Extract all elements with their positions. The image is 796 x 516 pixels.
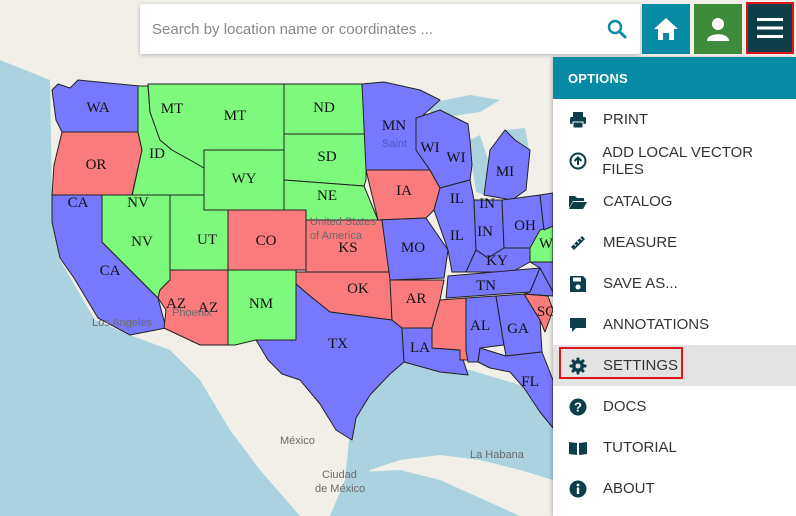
state-label-wi-e: WI bbox=[446, 150, 465, 166]
menu-item-docs[interactable]: ? DOCS bbox=[553, 386, 796, 427]
state-label-nv-s: NV bbox=[131, 234, 153, 250]
state-label-ut: UT bbox=[197, 232, 217, 248]
state-label-ky: KY bbox=[486, 253, 508, 269]
menu-item-catalog[interactable]: CATALOG bbox=[553, 181, 796, 222]
place-usa-2: of America bbox=[310, 230, 363, 242]
user-button[interactable] bbox=[694, 4, 742, 54]
state-label-il-s: IL bbox=[450, 228, 464, 244]
state-label-il-n: IL bbox=[450, 191, 464, 207]
highlight-box bbox=[559, 347, 683, 379]
comment-icon bbox=[570, 317, 586, 332]
place-usa-1: United States bbox=[310, 216, 377, 228]
state-label-in-s: IN bbox=[477, 224, 493, 240]
state-label-ar: AR bbox=[406, 291, 427, 307]
place-mexico: México bbox=[280, 435, 315, 447]
menu-item-label: ADD LOCAL VECTOR FILES bbox=[602, 143, 754, 178]
place-la-habana: La Habana bbox=[470, 449, 525, 461]
menu-item-annotations[interactable]: ANNOTATIONS bbox=[553, 304, 796, 345]
book-icon bbox=[569, 441, 587, 455]
state-label-or: OR bbox=[86, 157, 107, 173]
state-label-ne: NE bbox=[317, 188, 337, 204]
state-label-in-n: IN bbox=[479, 196, 495, 212]
state-label-nm: NM bbox=[249, 296, 273, 312]
upload-circle-icon bbox=[569, 152, 587, 169]
place-de-mexico: de México bbox=[315, 483, 365, 495]
place-saint: Saint bbox=[382, 138, 407, 150]
state-label-id: ID bbox=[149, 146, 165, 162]
place-phoenix: Phoenix bbox=[172, 307, 212, 319]
menu-item-label: PRINT bbox=[603, 111, 648, 128]
menu-item-save-as[interactable]: SAVE AS... bbox=[553, 263, 796, 304]
state-label-sd: SD bbox=[317, 149, 336, 165]
menu-item-add-local-vector-files[interactable]: ADD LOCAL VECTOR FILES bbox=[553, 140, 796, 181]
menu-item-label: MEASURE bbox=[603, 234, 678, 251]
floppy-disk-icon bbox=[570, 275, 586, 292]
place-los-angeles: Los Angeles bbox=[92, 317, 152, 329]
menu-item-label: CATALOG bbox=[603, 193, 673, 210]
search-input[interactable] bbox=[140, 5, 594, 53]
menu-item-print[interactable]: PRINT bbox=[553, 99, 796, 140]
state-label-ca-s: CA bbox=[100, 263, 121, 279]
menu-button[interactable] bbox=[746, 2, 794, 54]
state-label-wy: WY bbox=[232, 171, 257, 187]
state-label-fl: FL bbox=[521, 374, 539, 390]
state-label-mi: MI bbox=[496, 164, 514, 180]
state-label-ks: KS bbox=[338, 240, 357, 256]
state-label-co: CO bbox=[256, 233, 277, 249]
folder-open-icon bbox=[569, 195, 587, 209]
state-label-w-partial: W bbox=[539, 236, 554, 252]
state-label-mn: MN bbox=[382, 118, 406, 134]
ruler-icon bbox=[571, 235, 585, 250]
printer-icon bbox=[570, 111, 586, 128]
state-label-al: AL bbox=[470, 318, 490, 334]
state-label-wa: WA bbox=[86, 100, 109, 116]
state-label-tn: TN bbox=[476, 278, 496, 294]
state-label-ca-n: CA bbox=[68, 195, 89, 211]
state-label-ga: GA bbox=[507, 321, 529, 337]
search-icon bbox=[607, 19, 627, 39]
state-label-mt-e: MT bbox=[224, 108, 247, 124]
menu-item-label: SAVE AS... bbox=[603, 275, 678, 292]
menu-item-measure[interactable]: MEASURE bbox=[553, 222, 796, 263]
menu-item-tutorial[interactable]: TUTORIAL bbox=[553, 427, 796, 468]
search-button[interactable] bbox=[594, 4, 640, 54]
home-button[interactable] bbox=[642, 4, 690, 54]
home-icon bbox=[654, 18, 678, 40]
menu-item-label: TUTORIAL bbox=[603, 439, 677, 456]
state-label-ia: IA bbox=[396, 183, 412, 199]
state-label-mo: MO bbox=[401, 240, 425, 256]
place-ciudad: Ciudad bbox=[322, 469, 357, 481]
info-circle-icon bbox=[569, 480, 587, 497]
hamburger-menu-icon bbox=[757, 18, 783, 38]
search-bar bbox=[140, 4, 640, 54]
state-label-la: LA bbox=[410, 340, 430, 356]
menu-item-label: DOCS bbox=[603, 398, 647, 415]
state-label-ok: OK bbox=[347, 281, 369, 297]
state-label-wi-w: WI bbox=[420, 140, 439, 156]
options-title: OPTIONS bbox=[553, 57, 796, 99]
svg-text:?: ? bbox=[574, 399, 582, 414]
state-label-tx: TX bbox=[328, 336, 348, 352]
state-label-oh: OH bbox=[514, 218, 536, 234]
menu-item-label: ANNOTATIONS bbox=[603, 316, 710, 333]
state-label-nv-n: NV bbox=[127, 195, 149, 211]
menu-item-about[interactable]: ABOUT bbox=[553, 468, 796, 509]
user-icon bbox=[707, 18, 729, 41]
question-circle-icon: ? bbox=[569, 398, 587, 415]
state-label-nd: ND bbox=[313, 100, 335, 116]
options-menu: OPTIONS PRINT ADD LOCAL VECTOR FILES CAT… bbox=[553, 57, 796, 516]
menu-item-label: ABOUT bbox=[603, 480, 655, 497]
menu-item-settings[interactable]: SETTINGS bbox=[553, 345, 796, 386]
state-label-mt-w: MT bbox=[161, 101, 184, 117]
